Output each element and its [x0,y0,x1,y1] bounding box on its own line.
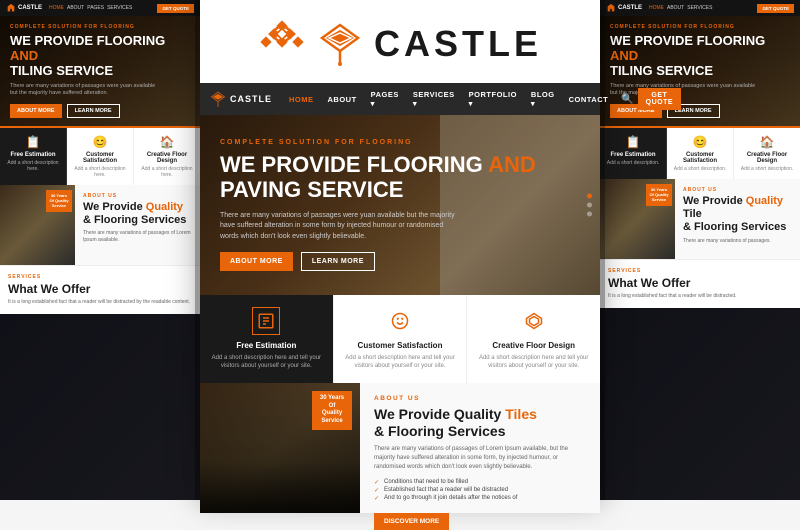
card1-title: Free Estimation [208,341,325,350]
nav-cta-button[interactable]: GET QUOTE [638,88,681,110]
about-content: ABOUT US We Provide Quality Tiles & Floo… [360,383,600,513]
main-center-panel: CASTLE CASTLE HOME ABOUT PAGES ▾ SERVICE… [200,0,600,500]
nav-contact[interactable]: CONTACT [564,91,614,108]
about-checklist: Conditions that need to be filled Establ… [374,478,586,502]
left-background-panel: CASTLE HOME ABOUT PAGES SERVICES GET QUO… [0,0,200,500]
about-image: 30 Years Of Quality Service [200,383,360,513]
nav-portfolio[interactable]: PORTFOLIO ▾ [464,86,522,112]
left-about-badge: 30 Years Of Quality Service [46,190,72,212]
card1-desc: Add a short description here and tell yo… [208,354,325,371]
left-hero-desc: There are many variations of passages we… [10,83,160,98]
design-icon [520,307,548,335]
dot-2[interactable] [587,203,592,208]
discover-button[interactable]: DISCOVER MORE [374,513,449,530]
left-cta-btn: GET QUOTE [157,4,194,13]
hero-title: WE PROVIDE FLOORING ANDPAVING SERVICE [220,152,536,203]
left-hero-title: WE PROVIDE FLOORING ANDTILING SERVICE [10,34,190,79]
card3-desc: Add a short description here and tell yo… [475,354,592,371]
service-card-satisfaction: Customer Satisfaction Add a short descri… [334,295,468,383]
hero-more-button[interactable]: ABOUT MORE [220,252,293,271]
about-section: 30 Years Of Quality Service ABOUT US We … [200,383,600,513]
checklist-item-2: Established fact that a reader will be d… [374,486,586,494]
card2-title: Customer Satisfaction [342,341,459,350]
left-logo-text: CASTLE [18,5,42,11]
nav-about[interactable]: ABOUT [323,91,362,108]
hero-section: COMPLETE SOLUTION FOR FLOORING WE PROVID… [200,115,600,295]
right-logo-text: CASTLE [618,5,642,11]
nav-home[interactable]: HOME [284,91,319,108]
right-about-title: We Provide Quality Tile& Flooring Servic… [683,195,792,235]
left-nav-home: HOME [49,5,64,11]
service-card-estimation: Free Estimation Add a short description … [200,295,334,383]
search-icon[interactable]: 🔍 [621,94,633,105]
left-learn-btn: LEARN MORE [67,104,120,118]
dot-3[interactable] [587,212,592,217]
right-background-panel: CASTLE HOME ABOUT SERVICES GET QUOTE COM… [600,0,800,500]
logo-icon [258,20,306,68]
checklist-item-3: And to go through it join details after … [374,494,586,502]
right-hero-title: WE PROVIDE FLOORING ANDTILING SERVICE [610,34,790,79]
logo-diamond-icon [318,22,362,66]
left-services-title: What We Offer [8,282,192,296]
hero-dots [587,194,592,217]
nav-logo-small: CASTLE [210,91,272,107]
nav-blog[interactable]: BLOG ▾ [526,86,560,112]
left-about-title: We Provide Quality& Flooring Services [83,201,192,227]
right-cta-btn: GET QUOTE [757,4,794,13]
logo-name: CASTLE [374,23,542,65]
hero-learn-button[interactable]: LEARN MORE [301,252,375,271]
nav-bar[interactable]: CASTLE HOME ABOUT PAGES ▾ SERVICES ▾ POR… [200,83,600,115]
left-card1-title: Free Estimation [5,152,61,158]
service-cards: Free Estimation Add a short description … [200,295,600,383]
left-hero-sub: COMPLETE SOLUTION FOR FLOORING [10,24,190,30]
card2-desc: Add a short description here and tell yo… [342,354,459,371]
dot-1[interactable] [587,194,592,199]
about-badge: 30 Years Of Quality Service [312,391,352,430]
satisfaction-icon [386,307,414,335]
service-card-design: Creative Floor Design Add a short descri… [467,295,600,383]
hero-description: There are many variations of passages we… [220,211,460,243]
about-desc: There are many variations of passages of… [374,445,586,472]
nav-logo-name: CASTLE [230,94,272,104]
checklist-item-1: Conditions that need to be filled [374,478,586,486]
about-title: We Provide Quality Tiles & Flooring Serv… [374,406,586,440]
estimation-icon [252,307,280,335]
hero-orange-word: AND [488,152,536,177]
logo-section: CASTLE [200,0,600,83]
card3-title: Creative Floor Design [475,341,592,350]
about-label: ABOUT US [374,395,586,402]
left-more-btn: ABOUT MORE [10,104,62,118]
left-card2-title: Customer Satisfaction [72,152,128,164]
nav-pages[interactable]: PAGES ▾ [366,86,404,112]
nav-services[interactable]: SERVICES ▾ [408,86,460,112]
hero-subtitle: COMPLETE SOLUTION FOR FLOORING [220,139,536,146]
left-card3-title: Creative Floor Design [139,152,195,164]
